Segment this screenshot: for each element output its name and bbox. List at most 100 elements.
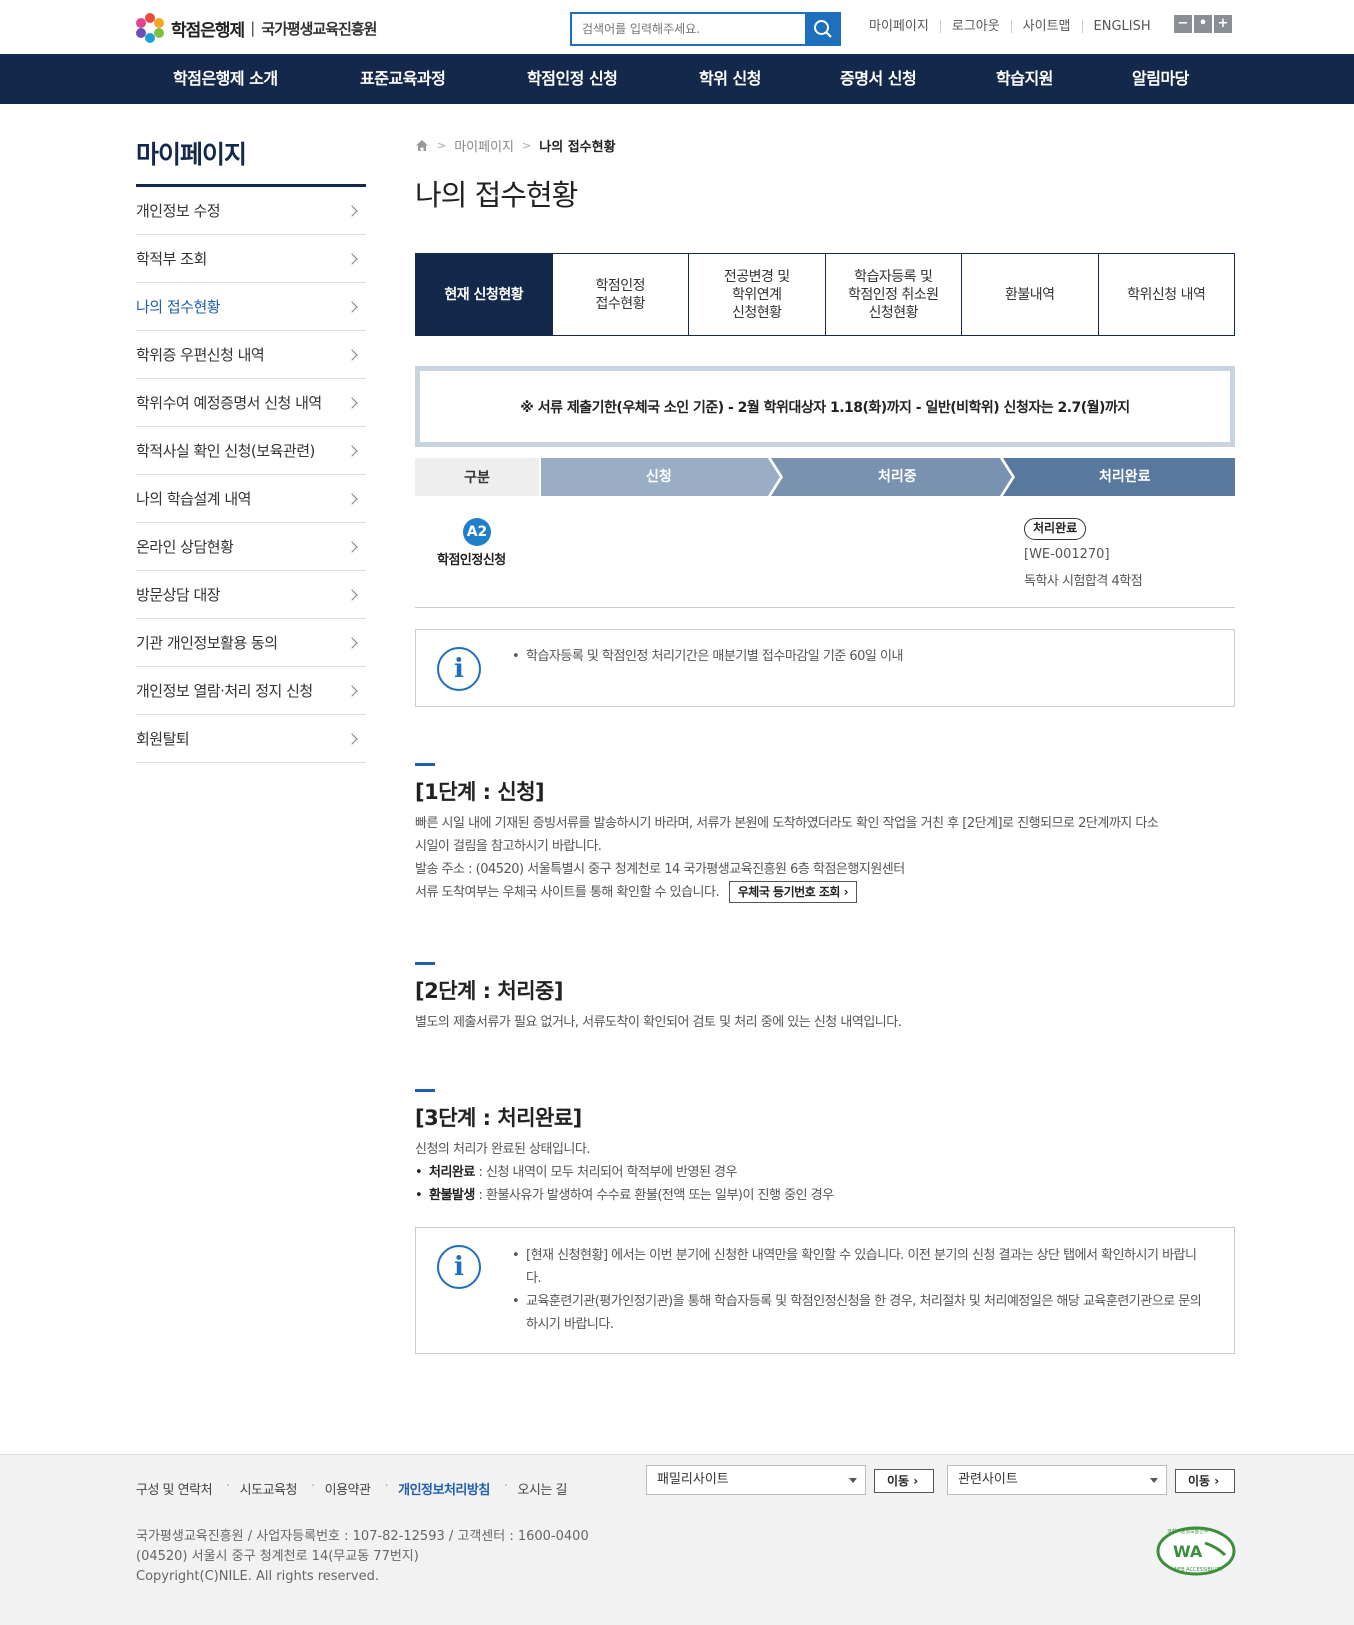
footer-link-directions[interactable]: 오시는 길 <box>517 1479 567 1498</box>
util-mypage-link[interactable]: 마이페이지 <box>860 20 940 33</box>
logo[interactable]: 학점은행제 | 국가평생교육진흥원 <box>135 13 377 43</box>
main-nav: 학점은행제 소개 표준교육과정 학점인정 신청 학위 신청 증명서 신청 학습지… <box>0 54 1354 104</box>
section-title: [2단계 : 처리중] <box>415 979 563 1003</box>
lnb-item[interactable]: 개인정보 열람·처리 정지 신청 <box>136 667 366 715</box>
footer-link-contact[interactable]: 구성 및 연락처 <box>136 1479 213 1498</box>
post-registered-lookup-button[interactable]: 우체국 등기번호 조회 › <box>728 881 858 903</box>
gnb-certificate[interactable]: 증명서 신청 <box>840 54 917 104</box>
lnb-item[interactable]: 나의 접수현황 <box>136 283 366 331</box>
lnb-item[interactable]: 나의 학습설계 내역 <box>136 475 366 523</box>
search-icon <box>814 20 832 38</box>
lnb-item[interactable]: 온라인 상담현황 <box>136 523 366 571</box>
chevron-right-icon: › <box>1214 1474 1220 1488</box>
zoom-reset-button[interactable]: • <box>1194 15 1212 33</box>
lnb-item[interactable]: 기관 개인정보활용 동의 <box>136 619 366 667</box>
related-site-value: 관련사이트 <box>958 1472 1018 1487</box>
step-apply-label: 신청 <box>646 469 672 485</box>
section-step3: [3단계 : 처리완료] 신청의 처리가 완료된 상태입니다. 처리완료 : 신… <box>415 1089 1235 1207</box>
tab-current-status[interactable]: 현재 신청현황 <box>416 254 552 335</box>
lnb-item-label: 나의 접수현황 <box>136 298 221 316</box>
info-item: [현재 신청현황] 에서는 이번 분기에 신청한 내역만을 확인할 수 있습니다… <box>512 1244 1210 1290</box>
lnb-item[interactable]: 학적사실 확인 신청(보육관련) <box>136 427 366 475</box>
footer-links: 구성 및 연락처 · 시도교육청 · 이용약관 · 개인정보처리방침 · 오시는 길 <box>136 1479 581 1498</box>
lnb-item-label: 개인정보 열람·처리 정지 신청 <box>136 682 313 700</box>
footer-link-edu-office[interactable]: 시도교육청 <box>240 1479 298 1498</box>
application-code: [WE-001270] <box>1024 547 1110 562</box>
info-item: 학습자등록 및 학점인정 처리기간은 매분기별 접수마감일 기준 60일 이내 <box>512 645 1210 668</box>
logo-flower-icon <box>135 13 165 43</box>
tab-major-change-status[interactable]: 전공변경 및 학위연계 신청현황 <box>688 254 825 335</box>
gnb-degree-apply[interactable]: 학위 신청 <box>699 54 761 104</box>
chevron-right-icon <box>346 396 358 409</box>
gnb-learning-support[interactable]: 학습지원 <box>996 54 1053 104</box>
info-box-notes: i [현재 신청현황] 에서는 이번 분기에 신청한 내역만을 확인할 수 있습… <box>415 1227 1235 1354</box>
type-badge: A2 <box>463 518 491 546</box>
breadcrumb-current: 나의 접수현황 <box>539 140 616 155</box>
wa-bottom-text: WEB ACCESSIBILITY <box>1173 1567 1224 1573</box>
gnb-intro[interactable]: 학점은행제 소개 <box>173 54 278 104</box>
chevron-right-icon: › <box>913 1474 919 1488</box>
footer-link-terms[interactable]: 이용약관 <box>325 1479 371 1498</box>
util-nav: 마이페이지 로그아웃 사이트맵 ENGLISH <box>860 16 1162 36</box>
definition-value: : 환불사유가 발생하여 수수료 환불(전액 또는 일부)이 진행 중인 경우 <box>474 1188 834 1203</box>
status-tabs: 현재 신청현황 학점인정 접수현황 전공변경 및 학위연계 신청현황 학습자등록… <box>415 253 1235 336</box>
section-title: [1단계 : 신청] <box>415 780 545 804</box>
lnb-item[interactable]: 학위증 우편신청 내역 <box>136 331 366 379</box>
related-site-go-button[interactable]: 이동 › <box>1175 1469 1235 1493</box>
lnb-item[interactable]: 학적부 조회 <box>136 235 366 283</box>
application-row: A2 학점인정신청 처리완료 [WE-001270] 독학사 시험합격 4학점 <box>415 496 1235 608</box>
lnb-item[interactable]: 방문상담 대장 <box>136 571 366 619</box>
info-box-period: i 학습자등록 및 학점인정 처리기간은 매분기별 접수마감일 기준 60일 이… <box>415 629 1235 707</box>
section-text: 신청의 처리가 완료된 상태입니다. <box>415 1142 590 1157</box>
step-header: 구분 신청 처리중 처리완료 <box>415 458 1235 496</box>
chevron-right-icon <box>346 204 358 217</box>
gnb-notice[interactable]: 알림마당 <box>1132 54 1189 104</box>
section-text: 시일이 걸림을 참고하시기 바랍니다. <box>415 839 602 854</box>
related-site-select[interactable]: 관련사이트 <box>947 1465 1167 1495</box>
tab-registration-cancel-status[interactable]: 학습자등록 및 학점인정 취소원 신청현황 <box>824 254 962 335</box>
lnb-item-label: 학위수여 예정증명서 신청 내역 <box>136 394 322 412</box>
lnb-item[interactable]: 학위수여 예정증명서 신청 내역 <box>136 379 366 427</box>
step-processing-label: 처리중 <box>878 469 917 485</box>
zoom-in-button[interactable]: + <box>1214 15 1232 33</box>
breadcrumb-mypage[interactable]: 마이페이지 <box>454 136 514 155</box>
util-english-link[interactable]: ENGLISH <box>1081 19 1162 33</box>
info-icon: i <box>437 647 481 691</box>
home-icon[interactable] <box>415 139 429 152</box>
gnb-curriculum[interactable]: 표준교육과정 <box>360 54 446 104</box>
status-definition-list: 처리완료 : 신청 내역이 모두 처리되어 학적부에 반영된 경우 환불발생 :… <box>415 1161 1235 1207</box>
footer-address: (04520) 서울시 중구 청계천로 14(무교동 77번지) <box>136 1549 419 1564</box>
tab-refund-history[interactable]: 환불내역 <box>961 254 1098 335</box>
section-step2: [2단계 : 처리중] 별도의 제출서류가 필요 없거나, 서류도착이 확인되어… <box>415 962 1235 1034</box>
status-badge: 처리완료 <box>1024 518 1087 540</box>
wa-text: WA <box>1173 1542 1203 1561</box>
tab-credit-status[interactable]: 학점인정 접수현황 <box>551 254 689 335</box>
info-icon: i <box>437 1245 481 1289</box>
application-description: 독학사 시험합격 4학점 <box>1024 574 1143 589</box>
chevron-down-icon <box>849 1478 857 1483</box>
search-button[interactable] <box>805 12 841 46</box>
logo-org: 국가평생교육진흥원 <box>261 19 377 38</box>
chevron-right-icon <box>346 444 358 457</box>
chevron-right-icon <box>346 300 358 313</box>
util-sitemap-link[interactable]: 사이트맵 <box>1010 19 1082 33</box>
footer-copyright: Copyright(C)NILE. All rights reserved. <box>136 1569 379 1584</box>
section-text: 빠른 시일 내에 기재된 증빙서류를 발송하시기 바라며, 서류가 본원에 도착… <box>415 816 1159 831</box>
search-input[interactable] <box>572 14 802 44</box>
gnb-credit-apply[interactable]: 학점인정 신청 <box>527 54 618 104</box>
chevron-right-icon <box>346 492 358 505</box>
section-text-row: 서류 도착여부는 우체국 사이트를 통해 확인할 수 있습니다. 우체국 등기번… <box>415 881 1235 904</box>
lnb-item[interactable]: 개인정보 수정 <box>136 187 366 235</box>
chevron-right-icon <box>346 540 358 553</box>
util-logout-link[interactable]: 로그아웃 <box>939 19 1011 33</box>
zoom-out-button[interactable]: − <box>1174 15 1192 33</box>
post-lookup-label: 우체국 등기번호 조회 <box>737 885 841 899</box>
family-site-select[interactable]: 패밀리사이트 <box>646 1465 866 1495</box>
section-title: [3단계 : 처리완료] <box>415 1106 582 1130</box>
step-category-label: 구분 <box>415 458 539 496</box>
tab-degree-history[interactable]: 학위신청 내역 <box>1097 254 1235 335</box>
lnb-item[interactable]: 회원탈퇴 <box>136 715 366 763</box>
breadcrumb: > 마이페이지 > 나의 접수현황 <box>415 136 616 155</box>
footer-link-privacy[interactable]: 개인정보처리방침 <box>398 1479 490 1498</box>
family-site-go-button[interactable]: 이동 › <box>874 1469 934 1493</box>
